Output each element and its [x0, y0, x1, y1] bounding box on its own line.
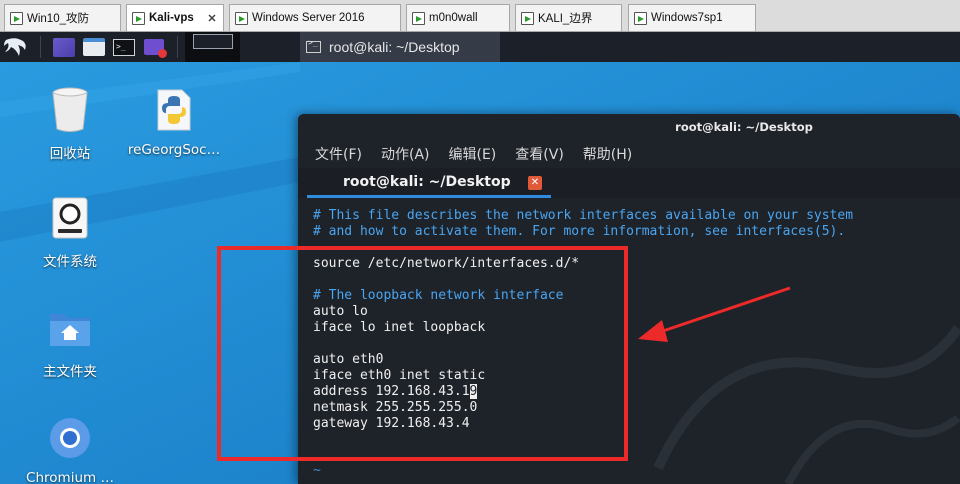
- annotation-arrow: [638, 286, 791, 342]
